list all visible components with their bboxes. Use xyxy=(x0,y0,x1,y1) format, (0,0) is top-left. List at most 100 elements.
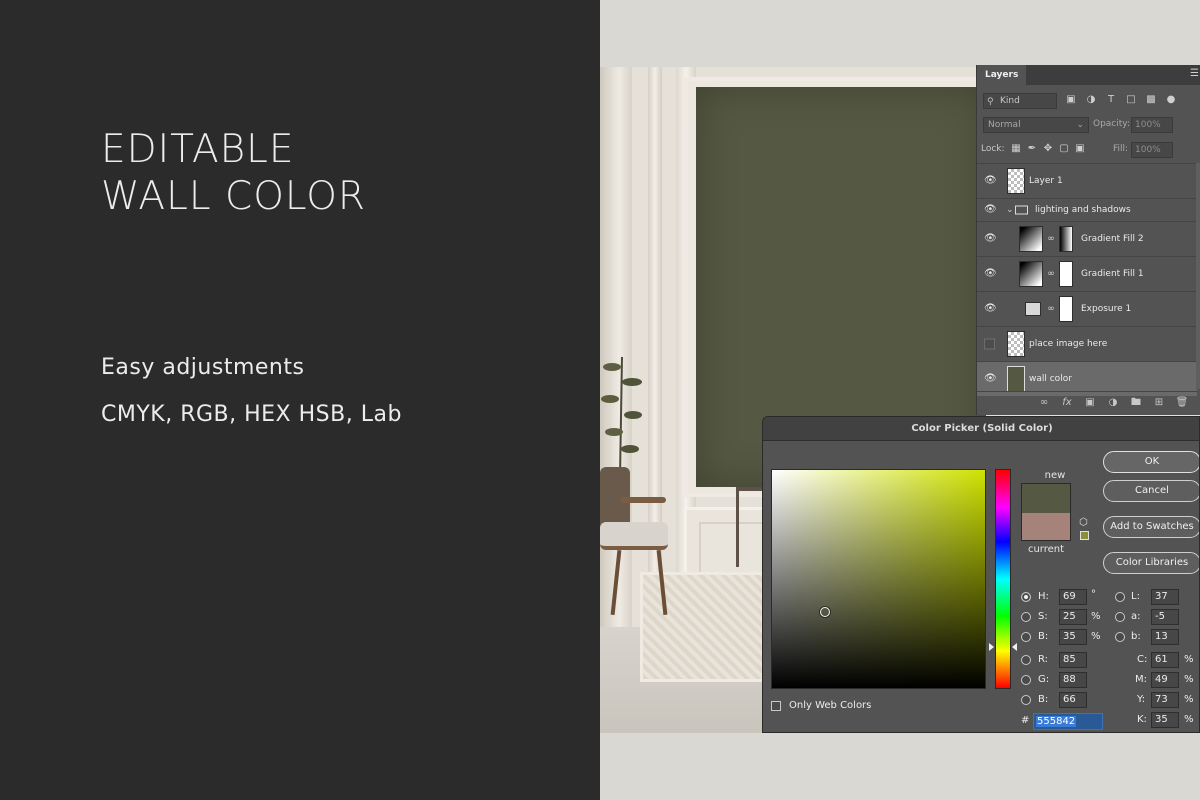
cyan-unit: % xyxy=(1184,654,1194,665)
web-safe-swatch[interactable] xyxy=(1080,531,1089,540)
lock-image-icon[interactable]: ✒ xyxy=(1025,142,1039,156)
black-field[interactable]: 35 xyxy=(1151,712,1179,728)
lab-b-radio[interactable] xyxy=(1115,632,1125,642)
lab-l-radio[interactable] xyxy=(1115,592,1125,602)
hue-unit: ° xyxy=(1091,589,1096,600)
hue-label: H: xyxy=(1038,591,1049,602)
yellow-field[interactable]: 73 xyxy=(1151,692,1179,708)
fx-icon[interactable]: fx xyxy=(1060,396,1074,410)
eye-icon[interactable]: 👁 xyxy=(984,204,997,216)
hamburger-icon[interactable]: ☰ xyxy=(1190,68,1199,79)
fill-field[interactable]: 100% xyxy=(1131,142,1173,158)
cube-icon[interactable]: ⬡ xyxy=(1079,517,1088,528)
shape-filter-icon[interactable]: □ xyxy=(1125,94,1137,106)
yellow-label: Y: xyxy=(1137,694,1146,705)
add-to-swatches-button[interactable]: Add to Swatches xyxy=(1103,516,1199,538)
lock-artboard-icon[interactable]: ▢ xyxy=(1057,142,1071,156)
magenta-field[interactable]: 49 xyxy=(1151,672,1179,688)
pixel-filter-icon[interactable]: ▣ xyxy=(1065,94,1077,106)
layer-filter-row: ⚲ Kind ▣ ◑ T □ ▩ ● xyxy=(981,93,1197,109)
current-color-swatch[interactable] xyxy=(1021,513,1071,541)
green-label: G: xyxy=(1038,674,1050,685)
layer-name: lighting and shadows xyxy=(1035,205,1131,215)
lab-a-field[interactable]: -5 xyxy=(1151,609,1179,625)
layer-group-row[interactable]: 👁 ⌄ lighting and shadows xyxy=(977,198,1197,221)
red-field[interactable]: 85 xyxy=(1059,652,1087,668)
hue-radio[interactable] xyxy=(1021,592,1031,602)
green-field[interactable]: 88 xyxy=(1059,672,1087,688)
headline-line-2: WALL COLOR xyxy=(101,174,367,219)
new-layer-icon[interactable]: ⊞ xyxy=(1152,396,1166,410)
lab-l-field[interactable]: 37 xyxy=(1151,589,1179,605)
layer-row[interactable]: 👁 ∞ Gradient Fill 2 xyxy=(977,221,1197,256)
cyan-field[interactable]: 61 xyxy=(1151,652,1179,668)
blend-mode-select[interactable]: Normal ⌄ xyxy=(983,117,1089,133)
layer-name: Exposure 1 xyxy=(1081,304,1132,314)
black-label: K: xyxy=(1137,714,1147,725)
link-layers-icon[interactable]: ∞ xyxy=(1037,396,1051,410)
visibility-toggle[interactable] xyxy=(984,338,995,350)
filter-toggle-icon[interactable]: ● xyxy=(1165,94,1177,106)
saturation-label: S: xyxy=(1038,611,1048,622)
lock-all-icon[interactable]: ▣ xyxy=(1073,142,1087,156)
add-mask-icon[interactable]: ▣ xyxy=(1083,396,1097,410)
adjustment-filter-icon[interactable]: ◑ xyxy=(1085,94,1097,106)
only-web-colors-label: Only Web Colors xyxy=(789,700,872,711)
layer-thumbnail xyxy=(1007,168,1025,194)
chevron-down-icon[interactable]: ⌄ xyxy=(1006,205,1014,215)
color-cursor[interactable] xyxy=(819,607,830,617)
layer-name: wall color xyxy=(1029,374,1072,384)
gradient-thumbnail xyxy=(1019,226,1043,252)
layer-name: Layer 1 xyxy=(1029,176,1063,186)
smart-object-thumbnail xyxy=(1007,331,1025,357)
cancel-button[interactable]: Cancel xyxy=(1103,480,1199,502)
type-filter-icon[interactable]: T xyxy=(1105,94,1117,106)
opacity-field[interactable]: 100% xyxy=(1131,117,1173,133)
eye-icon[interactable]: 👁 xyxy=(984,373,997,385)
hex-field[interactable]: 555842 xyxy=(1033,713,1103,730)
color-libraries-button[interactable]: Color Libraries xyxy=(1103,552,1199,574)
new-group-icon[interactable]: 🖿 xyxy=(1129,396,1143,410)
blue-field[interactable]: 66 xyxy=(1059,692,1087,708)
layer-row[interactable]: place image here xyxy=(977,326,1197,361)
eye-icon[interactable]: 👁 xyxy=(984,175,997,187)
mask-thumbnail xyxy=(1059,261,1073,287)
layers-scrollbar[interactable] xyxy=(1196,163,1200,389)
trash-icon[interactable]: 🗑 xyxy=(1175,396,1189,410)
green-radio[interactable] xyxy=(1021,675,1031,685)
eye-icon[interactable]: 👁 xyxy=(984,303,997,315)
brightness-unit: % xyxy=(1091,631,1101,642)
magenta-unit: % xyxy=(1184,674,1194,685)
smart-object-filter-icon[interactable]: ▩ xyxy=(1145,94,1157,106)
hue-slider[interactable] xyxy=(995,469,1011,689)
lock-position-icon[interactable]: ✥ xyxy=(1041,142,1055,156)
layer-row[interactable]: 👁 Layer 1 xyxy=(977,163,1197,198)
lab-b-label: b: xyxy=(1131,631,1141,642)
layer-row[interactable]: 👁 ∞ Gradient Fill 1 xyxy=(977,256,1197,291)
eye-icon[interactable]: 👁 xyxy=(984,268,997,280)
eye-icon[interactable]: 👁 xyxy=(984,233,997,245)
saturation-brightness-field[interactable] xyxy=(771,469,986,689)
ok-button[interactable]: OK xyxy=(1103,451,1199,473)
red-radio[interactable] xyxy=(1021,655,1031,665)
filter-kind-select[interactable]: ⚲ Kind xyxy=(983,93,1057,109)
brightness-field[interactable]: 35 xyxy=(1059,629,1087,645)
exposure-icon xyxy=(1025,302,1041,316)
lab-a-radio[interactable] xyxy=(1115,612,1125,622)
blue-radio[interactable] xyxy=(1021,695,1031,705)
dialog-title: Color Picker (Solid Color) xyxy=(763,417,1199,441)
layer-row[interactable]: 👁 ∞ Exposure 1 xyxy=(977,291,1197,326)
blend-mode-value: Normal xyxy=(988,120,1021,130)
brightness-radio[interactable] xyxy=(1021,632,1031,642)
saturation-field[interactable]: 25 xyxy=(1059,609,1087,625)
hue-slider-handle-right[interactable] xyxy=(1012,643,1017,652)
lab-b-field[interactable]: 13 xyxy=(1151,629,1179,645)
hue-field[interactable]: 69 xyxy=(1059,589,1087,605)
layer-name: Gradient Fill 1 xyxy=(1081,269,1144,279)
lock-transparent-icon[interactable]: ▦ xyxy=(1009,142,1023,156)
only-web-colors-checkbox[interactable] xyxy=(771,701,781,711)
tab-layers[interactable]: Layers xyxy=(977,65,1027,85)
saturation-radio[interactable] xyxy=(1021,612,1031,622)
hue-slider-handle-left[interactable] xyxy=(989,643,994,652)
new-adjustment-icon[interactable]: ◑ xyxy=(1106,396,1120,410)
